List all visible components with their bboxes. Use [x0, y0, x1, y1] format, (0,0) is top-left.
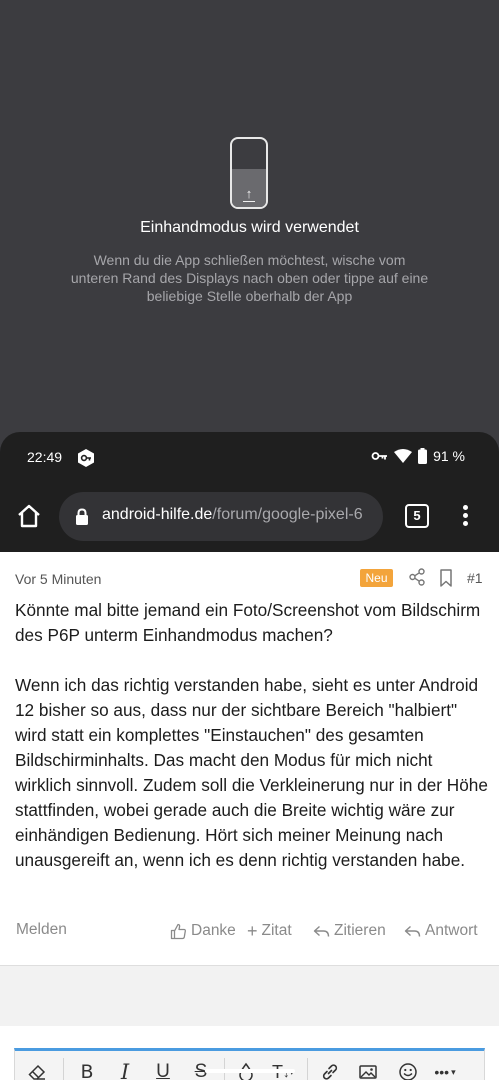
reply-arrow-icon [313, 925, 330, 937]
post-paragraph: Wenn ich das richtig verstanden habe, si… [15, 675, 488, 870]
quote-label: Zitat [261, 922, 292, 939]
bold-icon[interactable]: B [68, 1057, 106, 1080]
tab-switcher-button[interactable]: 5 [405, 504, 429, 528]
browser-toolbar: android-hilfe.de/forum/google-pixel-6 5 [0, 482, 499, 552]
thanks-label: Danke [191, 922, 236, 939]
battery-icon [418, 448, 428, 464]
reply-button[interactable]: Antwort [404, 922, 478, 940]
url-path: /forum/google-pixel-6 [212, 506, 363, 523]
home-icon[interactable] [16, 504, 42, 528]
app-badge-icon [78, 449, 94, 467]
editor-toolbar: B I U S T↕▾ •••▾ [15, 1055, 486, 1080]
post-time: Vor 5 Minuten [15, 571, 102, 587]
share-icon[interactable] [409, 568, 425, 586]
one-handed-mode-overlay[interactable]: ↑ Einhandmodus wird verwendet Wenn du di… [0, 0, 499, 432]
reply-arrow-icon [404, 925, 421, 937]
one-handed-mode-title: Einhandmodus wird verwendet [140, 219, 359, 236]
link-icon[interactable] [312, 1057, 348, 1080]
vpn-key-icon [371, 452, 388, 460]
more-options-icon[interactable]: ••• ▾ [428, 1057, 462, 1080]
status-time: 22:49 [27, 449, 63, 465]
overflow-menu-icon[interactable] [458, 503, 472, 529]
web-content: Vor 5 Minuten Neu #1 Könnte mal bitte je… [0, 552, 499, 1080]
report-link[interactable]: Melden [16, 921, 67, 939]
underline-icon[interactable]: U [144, 1057, 182, 1080]
url-text: android-hilfe.de/forum/google-pixel-6 [102, 506, 363, 524]
one-handed-mode-description: Wenn du die App schließen möchtest, wisc… [70, 252, 429, 304]
gesture-nav-handle[interactable] [205, 1069, 295, 1073]
emoji-icon[interactable] [388, 1057, 428, 1080]
phone-swipe-up-icon: ↑ [230, 137, 268, 209]
battery-percentage: 91 % [433, 448, 465, 464]
post-number[interactable]: #1 [467, 570, 483, 586]
url-domain: android-hilfe.de [102, 506, 213, 523]
eraser-icon[interactable] [15, 1057, 59, 1080]
status-icons: 91 % [371, 448, 465, 464]
app-panel: 22:49 91 % android-hilfe.de/forum/google… [0, 432, 499, 1080]
thumbs-up-icon [170, 923, 186, 939]
thanks-button[interactable]: Danke [170, 922, 236, 940]
plus-icon: + [247, 920, 258, 941]
reply-label: Antwort [425, 922, 478, 939]
reply-editor[interactable]: B I U S T↕▾ •••▾ [14, 1048, 485, 1080]
post-paragraph: Könnte mal bitte jemand ein Foto/Screens… [15, 600, 481, 645]
post-actions: Melden Danke + Zitat Zitieren Antwort [0, 921, 499, 945]
lock-icon [76, 508, 88, 525]
address-bar[interactable]: android-hilfe.de/forum/google-pixel-6 [59, 492, 383, 541]
section-separator [0, 966, 499, 1026]
status-bar: 22:49 91 % [0, 432, 499, 482]
post-body: Könnte mal bitte jemand ein Foto/Screens… [15, 598, 493, 898]
italic-icon[interactable]: I [106, 1057, 144, 1080]
image-icon[interactable] [348, 1057, 388, 1080]
bookmark-icon[interactable] [439, 569, 453, 587]
cite-label: Zitieren [334, 922, 386, 939]
cite-button[interactable]: Zitieren [313, 922, 386, 940]
new-badge: Neu [360, 569, 393, 587]
quote-button[interactable]: + Zitat [247, 922, 292, 940]
wifi-icon [394, 449, 413, 463]
